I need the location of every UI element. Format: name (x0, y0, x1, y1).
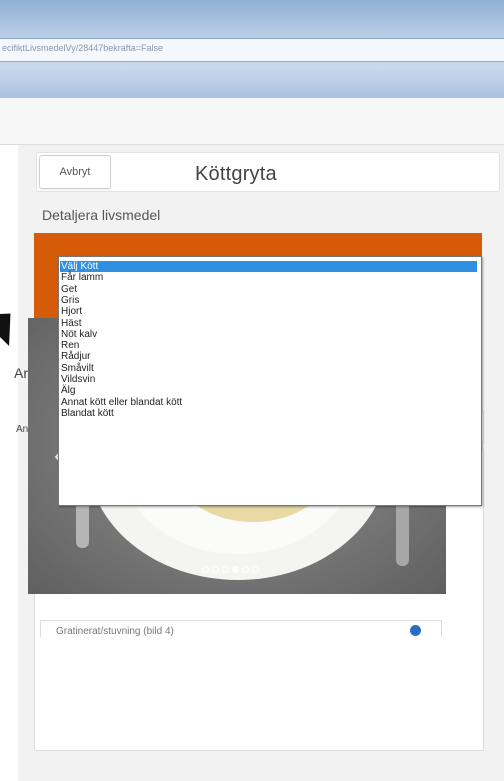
cancel-button[interactable]: Avbryt (39, 155, 111, 189)
dropdown-option[interactable]: Häst (61, 318, 82, 329)
partial-heading: Ar (14, 365, 28, 381)
dropdown-option[interactable]: Blandat kött (61, 408, 114, 419)
carousel-dot[interactable] (242, 566, 249, 573)
dropdown-option[interactable]: Småvilt (61, 363, 94, 374)
dropdown-option[interactable]: Får lamm (61, 272, 103, 283)
dropdown-option[interactable]: Älg (61, 385, 75, 396)
dropdown-option[interactable]: Get (61, 284, 77, 295)
browser-chrome: ecifiktLivsmedelVy/28447bekrafta=False (0, 0, 504, 98)
header-card: Avbryt Köttgryta (36, 152, 500, 192)
carousel-dot[interactable] (212, 566, 219, 573)
carousel-dot[interactable] (202, 566, 209, 573)
carousel-dot[interactable] (222, 566, 229, 573)
carousel-dot-active[interactable] (232, 566, 239, 573)
dropdown-option[interactable]: Annat kött eller blandat kött (61, 397, 182, 408)
secondary-select-label: An (16, 424, 29, 435)
dropdown-option[interactable]: Hjort (61, 306, 82, 317)
page-title: Köttgryta (195, 163, 277, 185)
app-toolbar (0, 98, 504, 145)
carousel-indicators (202, 566, 259, 573)
carousel-dot[interactable] (252, 566, 259, 573)
dropdown-option[interactable]: Gris (61, 295, 79, 306)
bottom-option-label: Gratinerat/stuvning (bild 4) (56, 626, 174, 637)
dropdown-option[interactable]: Rådjur (61, 351, 90, 362)
address-bar[interactable]: ecifiktLivsmedelVy/28447bekrafta=False (0, 38, 504, 62)
dropdown-option[interactable]: Vildsvin (61, 374, 95, 385)
check-icon (410, 625, 421, 636)
section-label: Detaljera livsmedel (42, 207, 161, 223)
address-text: ecifiktLivsmedelVy/28447bekrafta=False (2, 43, 164, 53)
dropdown-option[interactable]: Välj Kött (60, 261, 477, 272)
meat-select-dropdown[interactable]: Välj Kött Får lamm Get Gris Hjort Häst Nöt kal… (58, 256, 482, 506)
dropdown-option[interactable]: Ren (61, 340, 79, 351)
dropdown-option[interactable]: Nöt kalv (61, 329, 97, 340)
